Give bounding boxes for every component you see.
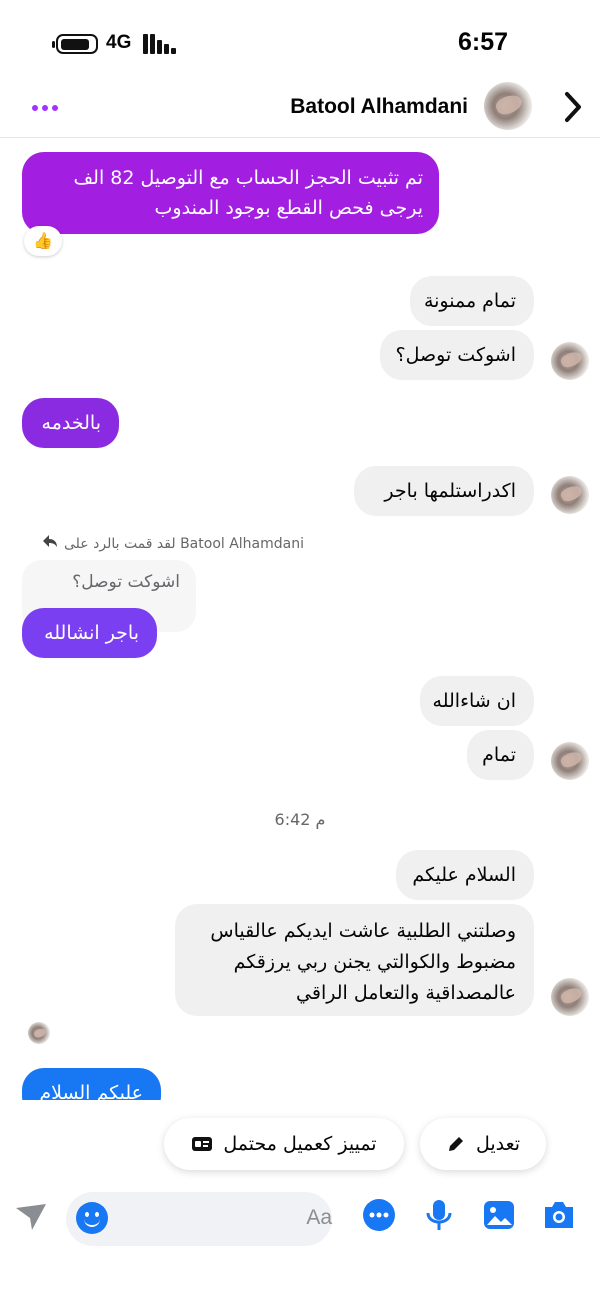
network-type: 4G <box>106 32 132 53</box>
arrow-expand-icon[interactable] <box>14 1198 48 1232</box>
contact-name[interactable]: Batool Alhamdani <box>290 95 468 119</box>
reaction-badge[interactable]: 👍 <box>24 226 62 256</box>
edit-button[interactable]: تعديل <box>420 1118 546 1170</box>
incoming-message[interactable]: تمام ممنونة <box>410 276 534 326</box>
id-card-icon <box>192 1137 213 1151</box>
outgoing-message[interactable]: عليكم السلام <box>22 1068 161 1100</box>
edit-button-label: تعديل <box>475 1133 521 1155</box>
chat-header: Batool Alhamdani <box>0 82 600 138</box>
timestamp: 6:42 م <box>274 810 326 829</box>
image-icon[interactable] <box>482 1198 516 1232</box>
outgoing-message[interactable]: باجر انشالله <box>22 608 157 658</box>
reply-indicator: لقد قمت بالرد على Batool Alhamdani <box>42 534 304 552</box>
sender-avatar <box>551 342 589 380</box>
battery-icon <box>52 34 98 54</box>
incoming-message[interactable]: ان شاءالله <box>420 676 534 726</box>
reply-indicator-text: لقد قمت بالرد على Batool Alhamdani <box>64 536 305 552</box>
message-input[interactable]: Aa <box>66 1192 332 1246</box>
incoming-message[interactable]: السلام عليكم <box>396 850 534 900</box>
chevron-right-icon[interactable] <box>560 90 586 124</box>
composer: Aa <box>0 1186 600 1252</box>
reply-arrow-icon <box>42 534 58 552</box>
message-list[interactable]: تم تثبيت الحجز الحساب مع التوصيل 82 الف … <box>0 138 600 1100</box>
microphone-icon[interactable] <box>422 1198 456 1232</box>
emoji-icon[interactable] <box>76 1202 108 1234</box>
outgoing-message[interactable]: بالخدمه <box>22 398 119 448</box>
pencil-icon <box>448 1137 463 1151</box>
read-receipt-avatar <box>28 1022 50 1044</box>
clock: 6:57 <box>458 28 509 56</box>
sender-avatar <box>551 476 589 514</box>
outgoing-message[interactable]: تم تثبيت الحجز الحساب مع التوصيل 82 الف … <box>22 152 439 234</box>
sender-avatar <box>551 742 589 780</box>
incoming-message[interactable]: تمام <box>467 730 534 780</box>
contact-avatar[interactable] <box>484 82 532 130</box>
status-bar: 4G 6:57 <box>0 0 600 86</box>
sender-avatar <box>551 978 589 1016</box>
mark-potential-client-button[interactable]: تمييز كعميل محتمل <box>164 1118 404 1170</box>
camera-icon[interactable] <box>542 1198 576 1232</box>
incoming-message[interactable]: وصلتني الطلبية عاشت ايديكم عالقياس مضبوط… <box>175 904 534 1016</box>
incoming-message[interactable]: اشوكت توصل؟ <box>380 330 534 380</box>
more-dots-icon[interactable] <box>32 98 62 118</box>
message-input-placeholder: Aa <box>306 1206 332 1229</box>
incoming-message[interactable]: اكدراستلمها باجر <box>354 466 534 516</box>
chat-bubble-dots-icon[interactable] <box>362 1198 396 1232</box>
signal-icon <box>143 34 177 54</box>
mark-potential-client-label: تمييز كعميل محتمل <box>223 1133 377 1155</box>
